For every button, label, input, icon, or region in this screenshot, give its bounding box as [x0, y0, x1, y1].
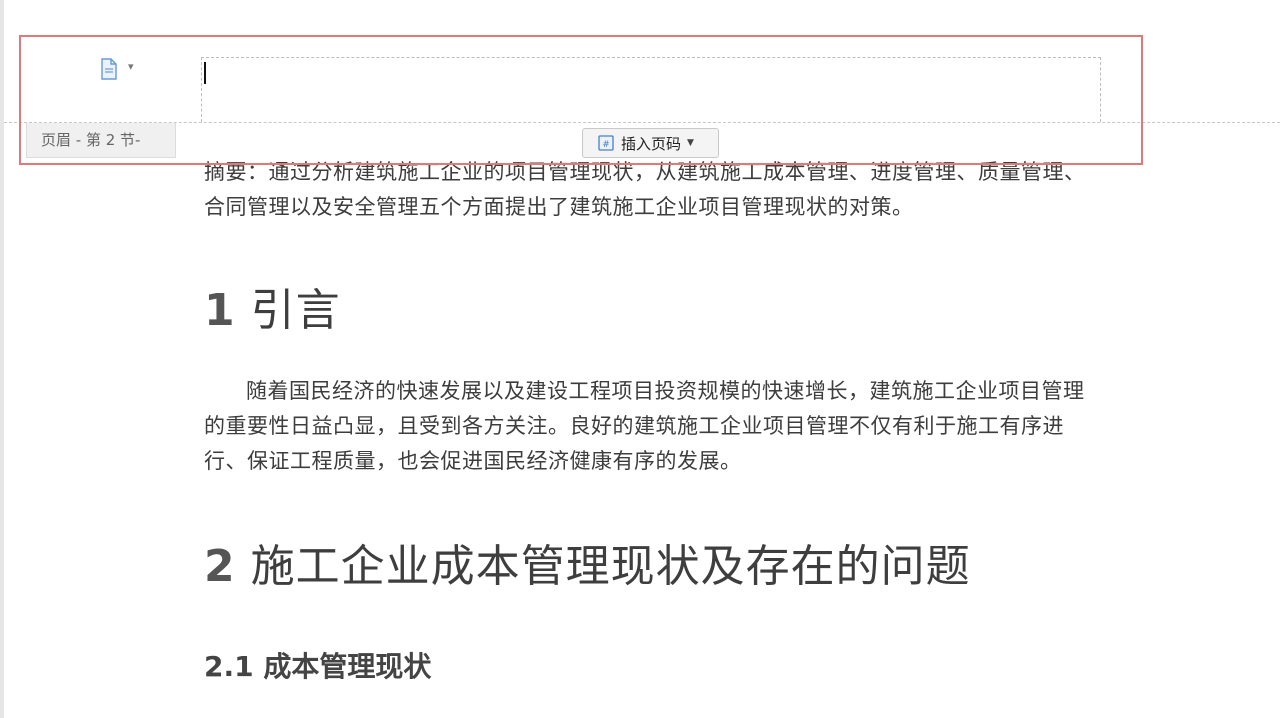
- subsection-2-1-heading: 2.1 成本管理现状: [204, 645, 431, 685]
- chevron-down-icon: ▼: [687, 138, 694, 148]
- section-2-number: 2: [204, 541, 236, 592]
- page-number-icon: #: [598, 135, 614, 151]
- insert-page-number-button[interactable]: # 插入页码 ▼: [582, 128, 719, 158]
- section-1-paragraph: 随着国民经济的快速发展以及建设工程项目投资规模的快速增长，建筑施工企业项目管理的…: [204, 379, 1085, 473]
- subsection-2-1-title: 成本管理现状: [263, 650, 432, 683]
- header-section-label: 页眉 - 第 2 节-: [26, 123, 176, 158]
- header-separator-line: [4, 122, 1280, 123]
- section-1-heading: 1 引言: [204, 274, 341, 338]
- section-2-title: 施工企业成本管理现状及存在的问题: [250, 541, 971, 592]
- document-page: ▾ 页眉 - 第 2 节- # 插入页码 ▼ 摘要：通过分析建筑施工企业的项目管…: [4, 0, 1280, 718]
- section-2-heading: 2 施工企业成本管理现状及存在的问题: [204, 530, 971, 594]
- text-cursor: [204, 62, 206, 84]
- header-edit-area[interactable]: [201, 57, 1101, 122]
- subsection-2-1-number: 2.1: [204, 650, 254, 683]
- abstract-paragraph: 摘要：通过分析建筑施工企业的项目管理现状，从建筑施工成本管理、进度管理、质量管理…: [204, 160, 1086, 219]
- document-menu-caret-icon[interactable]: ▾: [128, 60, 134, 73]
- section-1-number: 1: [204, 285, 236, 336]
- section-1-title: 引言: [250, 285, 341, 336]
- svg-text:#: #: [602, 140, 610, 150]
- insert-page-number-label: 插入页码: [621, 134, 682, 153]
- document-icon[interactable]: [99, 58, 119, 80]
